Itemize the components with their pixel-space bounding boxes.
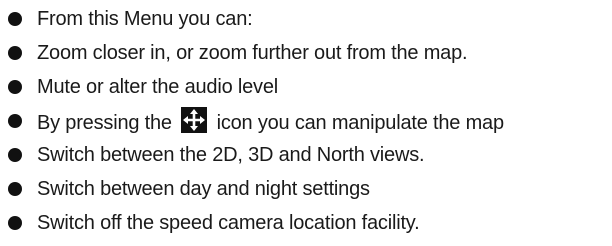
- list-item: Switch off the speed camera location fac…: [0, 206, 612, 240]
- list-item-text-before: By pressing the: [37, 112, 172, 134]
- list-item: Mute or alter the audio level: [0, 70, 612, 104]
- list-item-text: Switch off the speed camera location fac…: [37, 211, 420, 234]
- move-arrows-icon: [181, 107, 208, 133]
- list-item-text: By pressing the icon you can manipulate …: [37, 107, 504, 135]
- list-item: By pressing the icon you can manipulate …: [0, 104, 612, 138]
- bullet-icon: [8, 12, 22, 26]
- bullet-icon: [8, 148, 22, 162]
- list-item: From this Menu you can:: [0, 2, 612, 36]
- list-item: Switch between day and night settings: [0, 172, 612, 206]
- bullet-icon: [8, 216, 22, 230]
- list-item-text: Mute or alter the audio level: [37, 75, 279, 98]
- bullet-icon: [8, 80, 22, 94]
- list-item-text-after: icon you can manipulate the map: [216, 112, 505, 134]
- list-item-text: From this Menu you can:: [37, 7, 253, 30]
- list-item-text: Switch between day and night settings: [37, 177, 370, 200]
- bullet-icon: [8, 182, 22, 196]
- list-item-text: Zoom closer in, or zoom further out from…: [37, 41, 468, 64]
- list-item-text: Switch between the 2D, 3D and North view…: [37, 143, 425, 166]
- list-item: Zoom closer in, or zoom further out from…: [0, 36, 612, 70]
- list-item: Switch between the 2D, 3D and North view…: [0, 138, 612, 172]
- bullet-list: From this Menu you can: Zoom closer in, …: [0, 0, 612, 238]
- bullet-icon: [8, 46, 22, 60]
- bullet-icon: [8, 114, 22, 128]
